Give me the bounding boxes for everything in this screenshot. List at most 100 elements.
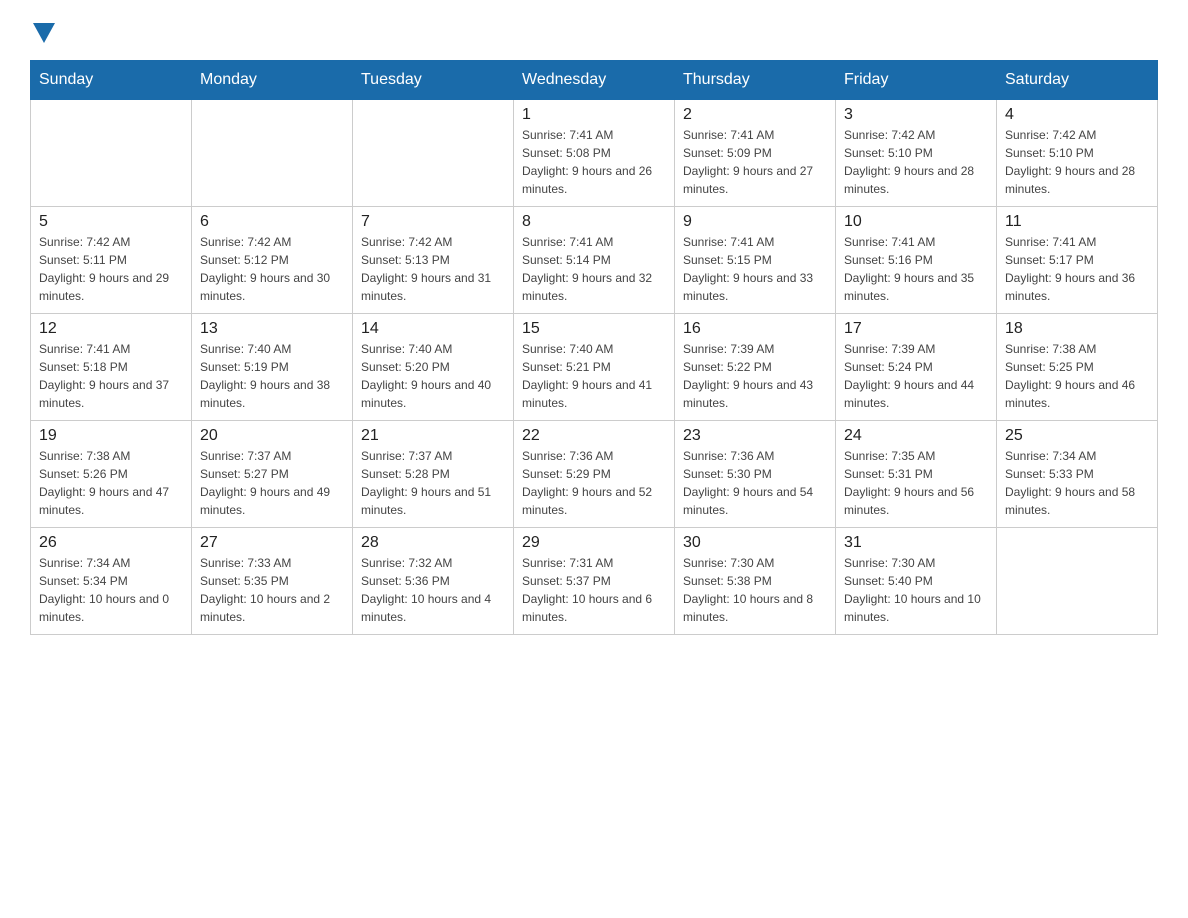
day-info: Sunrise: 7:42 AM Sunset: 5:11 PM Dayligh… <box>39 233 183 305</box>
calendar-day-23: 23 Sunrise: 7:36 AM Sunset: 5:30 PM Dayli… <box>675 421 836 528</box>
calendar-empty-cell <box>31 100 192 207</box>
day-info: Sunrise: 7:36 AM Sunset: 5:30 PM Dayligh… <box>683 447 827 519</box>
day-info: Sunrise: 7:35 AM Sunset: 5:31 PM Dayligh… <box>844 447 988 519</box>
calendar-day-26: 26 Sunrise: 7:34 AM Sunset: 5:34 PM Dayli… <box>31 528 192 635</box>
calendar-weekday-sunday: Sunday <box>31 61 192 100</box>
calendar-day-12: 12 Sunrise: 7:41 AM Sunset: 5:18 PM Dayli… <box>31 314 192 421</box>
day-info: Sunrise: 7:41 AM Sunset: 5:09 PM Dayligh… <box>683 126 827 198</box>
day-info: Sunrise: 7:32 AM Sunset: 5:36 PM Dayligh… <box>361 554 505 626</box>
day-info: Sunrise: 7:41 AM Sunset: 5:14 PM Dayligh… <box>522 233 666 305</box>
day-info: Sunrise: 7:37 AM Sunset: 5:28 PM Dayligh… <box>361 447 505 519</box>
day-number: 10 <box>844 213 988 231</box>
calendar-day-20: 20 Sunrise: 7:37 AM Sunset: 5:27 PM Dayli… <box>192 421 353 528</box>
day-info: Sunrise: 7:36 AM Sunset: 5:29 PM Dayligh… <box>522 447 666 519</box>
calendar-day-19: 19 Sunrise: 7:38 AM Sunset: 5:26 PM Dayli… <box>31 421 192 528</box>
calendar-day-21: 21 Sunrise: 7:37 AM Sunset: 5:28 PM Dayli… <box>353 421 514 528</box>
calendar-day-30: 30 Sunrise: 7:30 AM Sunset: 5:38 PM Dayli… <box>675 528 836 635</box>
calendar-weekday-thursday: Thursday <box>675 61 836 100</box>
day-info: Sunrise: 7:37 AM Sunset: 5:27 PM Dayligh… <box>200 447 344 519</box>
day-number: 23 <box>683 427 827 445</box>
day-number: 14 <box>361 320 505 338</box>
calendar-week-row: 26 Sunrise: 7:34 AM Sunset: 5:34 PM Dayli… <box>31 528 1158 635</box>
day-number: 30 <box>683 534 827 552</box>
day-info: Sunrise: 7:34 AM Sunset: 5:34 PM Dayligh… <box>39 554 183 626</box>
day-number: 16 <box>683 320 827 338</box>
day-number: 31 <box>844 534 988 552</box>
day-number: 17 <box>844 320 988 338</box>
day-number: 27 <box>200 534 344 552</box>
day-number: 13 <box>200 320 344 338</box>
day-number: 22 <box>522 427 666 445</box>
calendar-day-5: 5 Sunrise: 7:42 AM Sunset: 5:11 PM Daylig… <box>31 207 192 314</box>
calendar-day-3: 3Sunrise: 7:42 AM Sunset: 5:10 PM Daylig… <box>836 100 997 207</box>
day-number: 28 <box>361 534 505 552</box>
calendar-day-16: 16 Sunrise: 7:39 AM Sunset: 5:22 PM Dayli… <box>675 314 836 421</box>
day-number: 19 <box>39 427 183 445</box>
calendar-day-28: 28 Sunrise: 7:32 AM Sunset: 5:36 PM Dayli… <box>353 528 514 635</box>
calendar-day-7: 7 Sunrise: 7:42 AM Sunset: 5:13 PM Daylig… <box>353 207 514 314</box>
calendar-day-11: 11 Sunrise: 7:41 AM Sunset: 5:17 PM Dayli… <box>997 207 1158 314</box>
day-info: Sunrise: 7:38 AM Sunset: 5:26 PM Dayligh… <box>39 447 183 519</box>
day-number: 29 <box>522 534 666 552</box>
logo <box>30 20 55 44</box>
calendar-week-row: 5 Sunrise: 7:42 AM Sunset: 5:11 PM Daylig… <box>31 207 1158 314</box>
day-number: 25 <box>1005 427 1149 445</box>
day-number: 7 <box>361 213 505 231</box>
day-number: 20 <box>200 427 344 445</box>
calendar-day-24: 24 Sunrise: 7:35 AM Sunset: 5:31 PM Dayli… <box>836 421 997 528</box>
calendar-day-8: 8 Sunrise: 7:41 AM Sunset: 5:14 PM Daylig… <box>514 207 675 314</box>
calendar-week-row: 19 Sunrise: 7:38 AM Sunset: 5:26 PM Dayli… <box>31 421 1158 528</box>
calendar-day-6: 6Sunrise: 7:42 AM Sunset: 5:12 PM Daylig… <box>192 207 353 314</box>
day-info: Sunrise: 7:41 AM Sunset: 5:15 PM Dayligh… <box>683 233 827 305</box>
day-info: Sunrise: 7:41 AM Sunset: 5:18 PM Dayligh… <box>39 340 183 412</box>
day-info: Sunrise: 7:30 AM Sunset: 5:40 PM Dayligh… <box>844 554 988 626</box>
day-info: Sunrise: 7:39 AM Sunset: 5:24 PM Dayligh… <box>844 340 988 412</box>
calendar-week-row: 1Sunrise: 7:41 AM Sunset: 5:08 PM Daylig… <box>31 100 1158 207</box>
day-info: Sunrise: 7:30 AM Sunset: 5:38 PM Dayligh… <box>683 554 827 626</box>
day-info: Sunrise: 7:40 AM Sunset: 5:19 PM Dayligh… <box>200 340 344 412</box>
day-info: Sunrise: 7:40 AM Sunset: 5:21 PM Dayligh… <box>522 340 666 412</box>
calendar-table: SundayMondayTuesdayWednesdayThursdayFrid… <box>30 60 1158 635</box>
day-number: 4 <box>1005 106 1149 124</box>
day-number: 21 <box>361 427 505 445</box>
calendar-day-1: 1Sunrise: 7:41 AM Sunset: 5:08 PM Daylig… <box>514 100 675 207</box>
calendar-day-27: 27Sunrise: 7:33 AM Sunset: 5:35 PM Dayli… <box>192 528 353 635</box>
day-info: Sunrise: 7:42 AM Sunset: 5:13 PM Dayligh… <box>361 233 505 305</box>
day-number: 5 <box>39 213 183 231</box>
day-number: 1 <box>522 106 666 124</box>
calendar-day-9: 9 Sunrise: 7:41 AM Sunset: 5:15 PM Daylig… <box>675 207 836 314</box>
day-number: 11 <box>1005 213 1149 231</box>
calendar-weekday-monday: Monday <box>192 61 353 100</box>
day-info: Sunrise: 7:41 AM Sunset: 5:16 PM Dayligh… <box>844 233 988 305</box>
day-info: Sunrise: 7:42 AM Sunset: 5:10 PM Dayligh… <box>1005 126 1149 198</box>
day-number: 12 <box>39 320 183 338</box>
day-info: Sunrise: 7:40 AM Sunset: 5:20 PM Dayligh… <box>361 340 505 412</box>
calendar-day-31: 31 Sunrise: 7:30 AM Sunset: 5:40 PM Dayli… <box>836 528 997 635</box>
calendar-week-row: 12 Sunrise: 7:41 AM Sunset: 5:18 PM Dayli… <box>31 314 1158 421</box>
calendar-day-17: 17 Sunrise: 7:39 AM Sunset: 5:24 PM Dayli… <box>836 314 997 421</box>
calendar-empty-cell <box>353 100 514 207</box>
calendar-weekday-tuesday: Tuesday <box>353 61 514 100</box>
day-info: Sunrise: 7:38 AM Sunset: 5:25 PM Dayligh… <box>1005 340 1149 412</box>
day-info: Sunrise: 7:41 AM Sunset: 5:17 PM Dayligh… <box>1005 233 1149 305</box>
day-number: 3 <box>844 106 988 124</box>
calendar-day-22: 22 Sunrise: 7:36 AM Sunset: 5:29 PM Dayli… <box>514 421 675 528</box>
calendar-weekday-friday: Friday <box>836 61 997 100</box>
day-number: 8 <box>522 213 666 231</box>
day-info: Sunrise: 7:31 AM Sunset: 5:37 PM Dayligh… <box>522 554 666 626</box>
calendar-day-29: 29 Sunrise: 7:31 AM Sunset: 5:37 PM Dayli… <box>514 528 675 635</box>
calendar-day-14: 14 Sunrise: 7:40 AM Sunset: 5:20 PM Dayli… <box>353 314 514 421</box>
calendar-day-13: 13 Sunrise: 7:40 AM Sunset: 5:19 PM Dayli… <box>192 314 353 421</box>
calendar-day-15: 15Sunrise: 7:40 AM Sunset: 5:21 PM Dayli… <box>514 314 675 421</box>
calendar-header-row: SundayMondayTuesdayWednesdayThursdayFrid… <box>31 61 1158 100</box>
day-number: 2 <box>683 106 827 124</box>
calendar-empty-cell <box>997 528 1158 635</box>
calendar-day-10: 10 Sunrise: 7:41 AM Sunset: 5:16 PM Dayli… <box>836 207 997 314</box>
day-number: 9 <box>683 213 827 231</box>
day-number: 18 <box>1005 320 1149 338</box>
calendar-weekday-saturday: Saturday <box>997 61 1158 100</box>
day-number: 24 <box>844 427 988 445</box>
calendar-day-25: 25Sunrise: 7:34 AM Sunset: 5:33 PM Dayli… <box>997 421 1158 528</box>
day-info: Sunrise: 7:39 AM Sunset: 5:22 PM Dayligh… <box>683 340 827 412</box>
day-number: 26 <box>39 534 183 552</box>
